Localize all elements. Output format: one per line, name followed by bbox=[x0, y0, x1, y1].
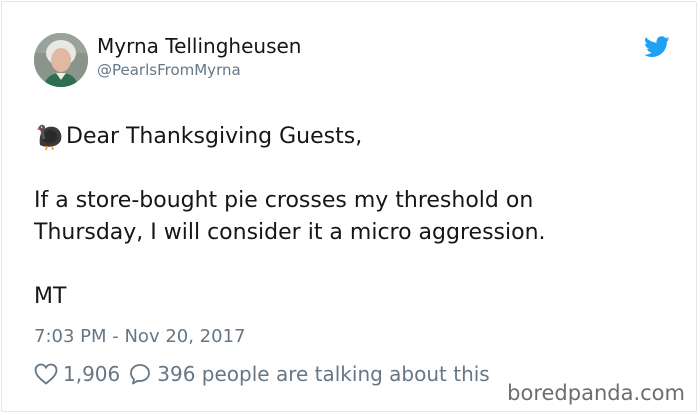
signature: MT bbox=[34, 284, 67, 309]
body-line-2: Thursday, I will consider it a micro agg… bbox=[34, 220, 546, 245]
turkey-emoji bbox=[34, 119, 66, 151]
likes-count[interactable]: 1,906 bbox=[63, 361, 120, 387]
engagement-stats: 1,906 396 people are talking about this bbox=[34, 361, 490, 387]
twitter-bird-icon[interactable] bbox=[644, 36, 670, 58]
greeting-text: Dear Thanksgiving Guests, bbox=[66, 124, 363, 149]
tweet-body: Dear Thanksgiving Guests, If a store-bou… bbox=[34, 119, 674, 313]
body-line-1: If a store-bought pie crosses my thresho… bbox=[34, 188, 534, 213]
avatar[interactable] bbox=[34, 33, 88, 87]
talking-about-link[interactable]: 396 people are talking about this bbox=[157, 361, 489, 387]
speech-bubble-icon[interactable] bbox=[129, 363, 151, 385]
tweet-card: Myrna Tellingheusen @PearlsFromMyrna Dea… bbox=[1, 1, 697, 412]
greeting-line: Dear Thanksgiving Guests, bbox=[34, 119, 674, 153]
heart-icon[interactable] bbox=[34, 363, 58, 385]
display-name[interactable]: Myrna Tellingheusen bbox=[97, 33, 301, 59]
avatar-photo bbox=[34, 33, 88, 87]
watermark: boredpanda.com bbox=[501, 379, 685, 407]
tweet-timestamp[interactable]: 7:03 PM - Nov 20, 2017 bbox=[34, 325, 245, 349]
user-handle[interactable]: @PearlsFromMyrna bbox=[97, 60, 241, 80]
